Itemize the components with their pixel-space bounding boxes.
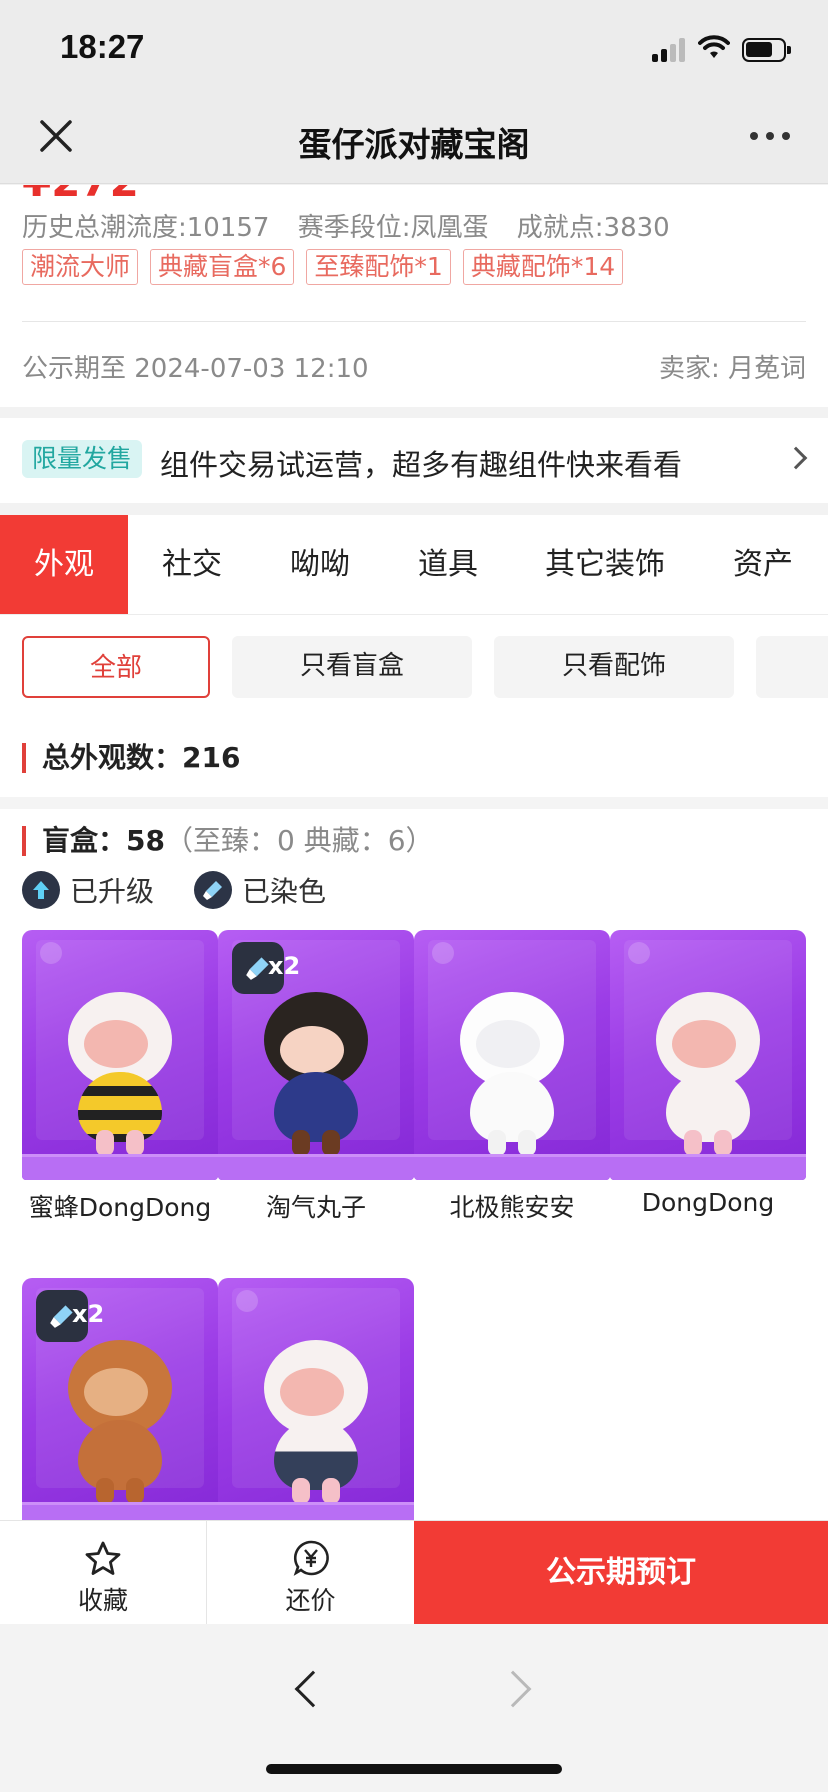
account-stats: 历史总潮流度:10157 赛季段位:凤凰蛋 成就点:3830	[22, 207, 690, 244]
dye-brush-icon	[194, 871, 233, 909]
item-card[interactable]: x2	[22, 1278, 218, 1520]
figure-dongdong-overalls	[256, 1328, 376, 1508]
total-label: 总外观数：	[42, 741, 183, 774]
item-card[interactable]: 蜜蜂DongDong	[22, 930, 218, 1222]
blind-box-count: 盲盒：58（至臻：0 典藏：6）	[22, 826, 434, 856]
item-image: x2	[22, 1278, 218, 1520]
favorite-label: 收藏	[77, 1586, 128, 1615]
seller-name[interactable]: 卖家: 月莬词	[659, 348, 806, 385]
total-value: 216	[182, 741, 241, 774]
promo-badge: 限量发售	[22, 440, 143, 478]
filter-more[interactable]	[756, 636, 828, 698]
promo-text: 组件交易试运营，超多有趣组件快来看看	[160, 448, 683, 482]
filter-all[interactable]: 全部	[22, 636, 210, 698]
price: ¥272	[22, 185, 139, 206]
chevron-right-icon	[784, 446, 808, 470]
item-card[interactable]: 北极熊安安	[414, 930, 610, 1222]
status-time: 18:27	[60, 28, 145, 65]
tag-row: 潮流大师 典藏盲盒*6 至臻配饰*1 典藏配饰*14	[22, 249, 624, 285]
figure-dongdong	[648, 980, 768, 1160]
home-indicator[interactable]	[266, 1764, 562, 1774]
item-card[interactable]: DongDong	[610, 930, 806, 1217]
tag: 典藏配饰*14	[462, 249, 624, 285]
action-bar: 收藏 还价 公示期预订	[0, 1520, 828, 1625]
item-name: 淘气丸子	[265, 1193, 366, 1222]
item-image	[22, 930, 218, 1180]
item-image	[218, 1278, 414, 1520]
cellular-signal-icon	[652, 38, 688, 62]
star-icon	[85, 1541, 121, 1575]
dye-count: x2	[72, 1300, 105, 1328]
legend-dyed-label: 已染色	[242, 875, 327, 908]
bargain-button[interactable]: 还价	[207, 1521, 414, 1625]
stat-rank: 赛季段位:凤凰蛋	[297, 213, 489, 243]
item-card[interactable]: x2 淘气丸子	[218, 930, 414, 1222]
legend-upgraded: 已升级	[22, 870, 154, 910]
yuan-bubble-icon	[293, 1540, 329, 1576]
status-bar: 18:27	[0, 0, 828, 92]
filter-blind-box[interactable]: 只看盲盒	[232, 636, 472, 698]
total-appearance-count: 总外观数：216	[22, 743, 240, 773]
tab-props[interactable]: 道具	[384, 515, 512, 614]
nav-bar: 蛋仔派对藏宝阁	[0, 92, 828, 184]
item-image	[610, 930, 806, 1180]
filter-accessories[interactable]: 只看配饰	[494, 636, 734, 698]
blind-box-value: 58	[126, 824, 165, 857]
item-image: x2	[218, 930, 414, 1180]
figure-bee-dongdong	[60, 980, 180, 1160]
stat-achievement: 成就点:3830	[516, 213, 670, 243]
tag: 潮流大师	[22, 249, 139, 285]
stat-trend: 历史总潮流度:10157	[22, 213, 270, 243]
figure-bear	[60, 1328, 180, 1508]
favorite-button[interactable]: 收藏	[0, 1521, 206, 1625]
item-image	[414, 930, 610, 1180]
dyed-badge: x2	[232, 940, 302, 996]
publicity-deadline: 公示期至 2024-07-03 12:10	[22, 354, 369, 384]
battery-icon	[742, 38, 791, 62]
blind-box-detail: （至臻：0 典藏：6）	[164, 824, 434, 857]
item-name: DongDong	[641, 1188, 775, 1217]
legend-upgraded-label: 已升级	[70, 875, 155, 908]
tag: 至臻配饰*1	[306, 249, 451, 285]
promo-banner[interactable]: 限量发售 组件交易试运营，超多有趣组件快来看看	[0, 418, 828, 503]
reserve-button[interactable]: 公示期预订	[414, 1521, 828, 1625]
page-title: 蛋仔派对藏宝阁	[298, 125, 530, 164]
browser-toolbar	[0, 1624, 828, 1792]
figure-taoqi-wanzi	[256, 980, 376, 1160]
divider	[22, 321, 806, 322]
more-options-icon[interactable]	[750, 132, 790, 144]
tab-appearance[interactable]: 外观	[0, 515, 128, 614]
listing-info-card: ¥272 历史总潮流度:10157 赛季段位:凤凰蛋 成就点:3830 潮流大师…	[0, 185, 828, 407]
blind-box-label: 盲盒：	[42, 824, 127, 857]
back-icon[interactable]	[294, 1670, 332, 1708]
dyed-badge: x2	[36, 1288, 106, 1344]
category-tabs: 外观 社交 呦呦 道具 其它装饰 资产	[0, 515, 828, 615]
tab-assets[interactable]: 资产	[718, 515, 808, 614]
figure-polar-bear-anan	[452, 980, 572, 1160]
appearance-content: 全部 只看盲盒 只看配饰 总外观数：216 盲盒：58（至臻：0 典藏：6） 已…	[0, 615, 828, 1520]
forward-icon[interactable]	[494, 1670, 532, 1708]
tab-other-decorations[interactable]: 其它装饰	[530, 515, 680, 614]
tag: 典藏盲盒*6	[150, 249, 295, 285]
badge-legend: 已升级 已染色	[22, 870, 326, 910]
tab-youyou[interactable]: 呦呦	[256, 515, 384, 614]
upgrade-icon	[22, 871, 60, 909]
item-name: 北极熊安安	[449, 1193, 575, 1222]
dye-count: x2	[268, 952, 301, 980]
bargain-label: 还价	[285, 1586, 336, 1615]
legend-dyed: 已染色	[194, 870, 326, 910]
section-gap	[0, 797, 828, 809]
item-name: 蜜蜂DongDong	[28, 1193, 212, 1222]
item-card[interactable]	[218, 1278, 414, 1520]
tab-social[interactable]: 社交	[128, 515, 256, 614]
wifi-icon	[698, 35, 730, 58]
